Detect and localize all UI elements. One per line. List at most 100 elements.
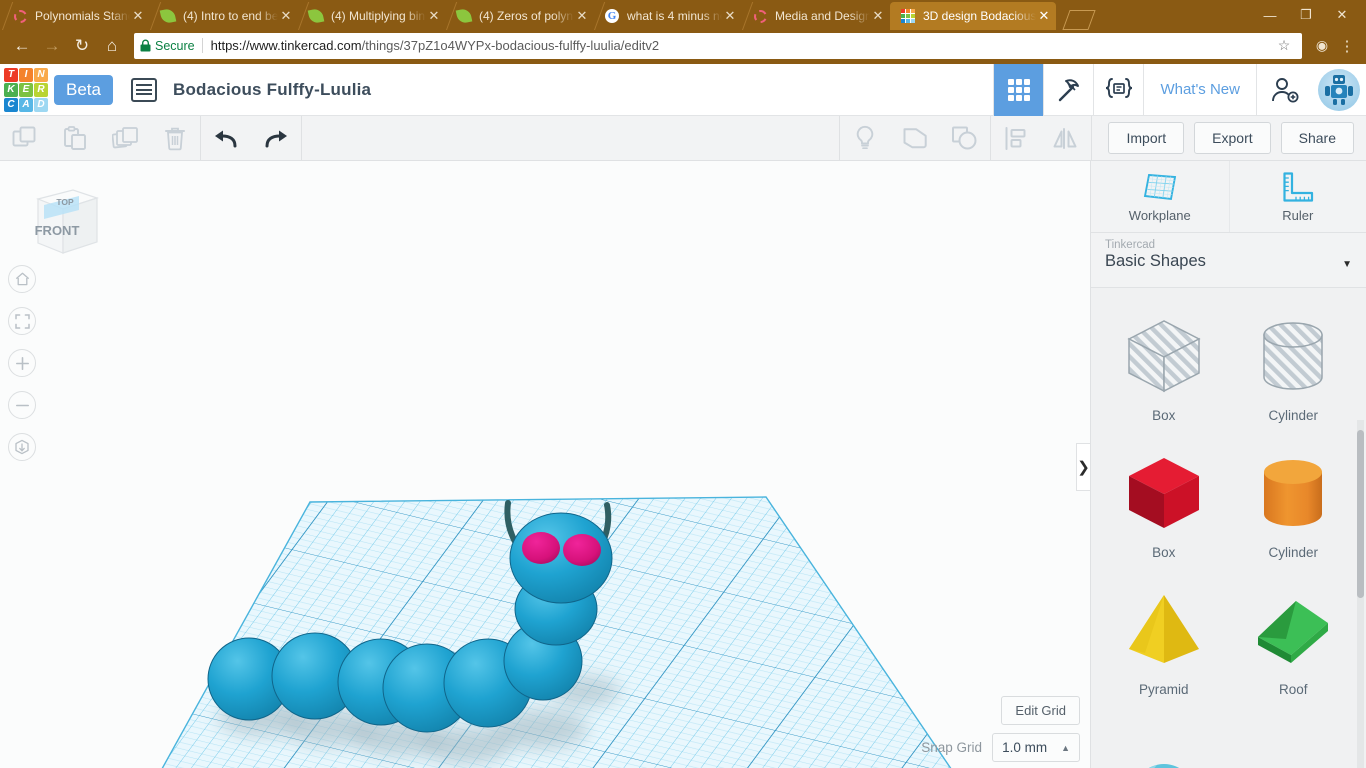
group-button[interactable]	[890, 116, 940, 161]
leaf-icon	[456, 8, 472, 24]
edit-grid-button[interactable]: Edit Grid	[1001, 696, 1080, 725]
panel-scrollbar-thumb[interactable]	[1357, 430, 1364, 598]
beta-badge: Beta	[54, 75, 113, 105]
translate-icon[interactable]: ◉	[1310, 37, 1334, 54]
ruler-tool-label: Ruler	[1282, 208, 1313, 223]
zoom-out-button[interactable]	[8, 391, 36, 419]
codeblocks-icon[interactable]	[1093, 64, 1143, 116]
tab-close-icon[interactable]: ✕	[278, 8, 294, 24]
cylinder-solid-icon	[1253, 443, 1333, 543]
design-list-icon[interactable]	[131, 78, 157, 102]
ungroup-button[interactable]	[940, 116, 990, 161]
shape-item-pyramid[interactable]: Pyramid	[1099, 574, 1229, 711]
shape-item-box-solid[interactable]: Box	[1099, 437, 1229, 574]
tinkercad-logo[interactable]: T I N K E R C A D	[4, 68, 48, 112]
browser-tab-active[interactable]: 3D design Bodacious ✕	[890, 2, 1056, 30]
shape-item-dome[interactable]	[1099, 711, 1229, 768]
mirror-button[interactable]	[1041, 116, 1091, 161]
shape-grid[interactable]: Box Cylinder	[1091, 288, 1366, 768]
perspective-toggle-button[interactable]	[8, 433, 36, 461]
box-solid-icon	[1121, 443, 1207, 543]
shape-label: Pyramid	[1139, 682, 1189, 697]
design-title[interactable]: Bodacious Fulffy-Luulia	[173, 80, 371, 100]
browser-tab[interactable]: (4) Zeros of polynom ✕	[446, 2, 594, 30]
panel-collapse-button[interactable]: ❯	[1076, 443, 1090, 491]
shape-item-cylinder-hole[interactable]: Cylinder	[1229, 300, 1359, 437]
reload-button[interactable]: ↻	[68, 32, 96, 60]
shape-item-box-hole[interactable]: Box	[1099, 300, 1229, 437]
tab-close-icon[interactable]: ✕	[1036, 8, 1052, 24]
logo-tile: E	[19, 83, 33, 97]
export-button[interactable]: Export	[1194, 122, 1270, 154]
shape-item-text[interactable]: TEXT	[1229, 711, 1359, 768]
shape-item-roof[interactable]: Roof	[1229, 574, 1359, 711]
share-button[interactable]: Share	[1281, 122, 1354, 154]
panel-tools: Workplane Ruler	[1091, 161, 1366, 233]
tab-strip: Polynomials Standa ✕ (4) Intro to end be…	[0, 0, 1366, 30]
dashed-circle-icon	[12, 8, 28, 24]
tab-title: 3D design Bodacious	[923, 9, 1036, 23]
align-button[interactable]	[991, 116, 1041, 161]
forward-button[interactable]: →	[38, 32, 66, 60]
delete-button[interactable]	[150, 116, 200, 161]
shape-library-select[interactable]: Tinkercad Basic Shapes ▼	[1091, 233, 1366, 288]
add-user-icon[interactable]	[1256, 64, 1312, 116]
avatar[interactable]	[1318, 69, 1360, 111]
shape-label: Box	[1152, 408, 1175, 423]
snap-grid-select[interactable]: 1.0 mm ▲	[992, 733, 1080, 762]
ruler-tool[interactable]: Ruler	[1229, 161, 1366, 232]
duplicate-button[interactable]	[100, 116, 150, 161]
view-cube[interactable]: TOP FRONT	[27, 183, 103, 261]
bookmark-star-icon[interactable]: ☆	[1272, 37, 1296, 54]
home-button[interactable]: ⌂	[98, 32, 126, 60]
cylinder-hole-icon	[1253, 306, 1333, 406]
browser-menu-icon[interactable]: ⋮	[1336, 37, 1358, 55]
roof-icon	[1250, 580, 1336, 680]
leaf-icon	[308, 8, 324, 24]
address-bar[interactable]: Secure https://www.tinkercad.com/things/…	[134, 33, 1302, 59]
import-button[interactable]: Import	[1108, 122, 1184, 154]
whats-new-button[interactable]: What's New	[1143, 64, 1256, 116]
workplane-tool[interactable]: Workplane	[1091, 161, 1229, 232]
hint-button[interactable]	[840, 116, 890, 161]
tab-close-icon[interactable]: ✕	[870, 8, 886, 24]
shape-item-cylinder-solid[interactable]: Cylinder	[1229, 437, 1359, 574]
url-origin: https://www.tinkercad.com	[211, 38, 362, 53]
google-icon: G	[604, 8, 620, 24]
back-button[interactable]: ←	[8, 32, 36, 60]
logo-tile: T	[4, 68, 18, 82]
close-window-button[interactable]: ✕	[1324, 7, 1360, 23]
tab-title: (4) Multiplying binom	[331, 9, 426, 23]
tab-close-icon[interactable]: ✕	[722, 8, 738, 24]
copy-button[interactable]	[0, 116, 50, 161]
browser-tab[interactable]: (4) Multiplying binom ✕	[298, 2, 446, 30]
pickaxe-icon[interactable]	[1043, 64, 1093, 116]
fit-view-button[interactable]	[8, 307, 36, 335]
redo-button[interactable]	[251, 116, 301, 161]
tab-title: (4) Intro to end beha	[183, 9, 278, 23]
view-cube-front-label: FRONT	[35, 223, 80, 238]
snap-grid-value: 1.0 mm	[1002, 740, 1047, 755]
3d-viewport[interactable]: Workplane	[0, 161, 1090, 768]
browser-chrome: Polynomials Standa ✕ (4) Intro to end be…	[0, 0, 1366, 64]
browser-tab[interactable]: Polynomials Standa ✕	[2, 2, 150, 30]
tab-title: Polynomials Standa	[35, 9, 130, 23]
undo-button[interactable]	[201, 116, 251, 161]
grid-icon[interactable]	[993, 64, 1043, 116]
zoom-in-button[interactable]	[8, 349, 36, 377]
secure-label: Secure	[155, 39, 195, 53]
tab-close-icon[interactable]: ✕	[574, 8, 590, 24]
caret-up-icon: ▲	[1061, 743, 1070, 753]
browser-tab[interactable]: G what is 4 minus neg ✕	[594, 2, 742, 30]
minimize-button[interactable]: —	[1252, 8, 1288, 23]
tab-close-icon[interactable]: ✕	[426, 8, 442, 24]
browser-tab[interactable]: (4) Intro to end beha ✕	[150, 2, 298, 30]
main-area: Workplane	[0, 161, 1366, 768]
browser-tab[interactable]: Media and Design El ✕	[742, 2, 890, 30]
tab-close-icon[interactable]: ✕	[130, 8, 146, 24]
maximize-button[interactable]: ❐	[1288, 7, 1324, 23]
tab-title: what is 4 minus neg	[627, 9, 722, 23]
paste-button[interactable]	[50, 116, 100, 161]
new-tab-button[interactable]	[1060, 8, 1094, 30]
home-view-button[interactable]	[8, 265, 36, 293]
